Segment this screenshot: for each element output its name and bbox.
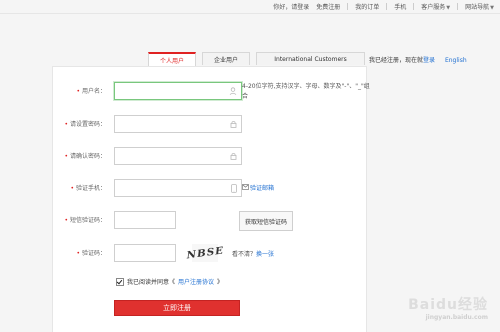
top-nav-divider (386, 3, 388, 10)
register-button[interactable]: 立即注册 (114, 300, 240, 316)
confirm-password-label: • 请确认密码： (64, 153, 106, 160)
phone-input[interactable] (114, 179, 242, 197)
baidu-watermark: Baidu经验 jingyan.baidu.com (408, 294, 488, 321)
phone-row: • 验证手机： 验证邮箱 (60, 179, 480, 197)
captcha-image[interactable]: NBSE (186, 244, 224, 262)
top-nav: 你好，请登录 免费注册 我的订单 手机 客户服务▼ 网站导航▼ (273, 2, 494, 11)
english-link[interactable]: English (445, 57, 467, 64)
user-icon (229, 87, 237, 95)
tab-international-customers[interactable]: International Customers (256, 52, 365, 65)
agreement-checkbox[interactable] (116, 277, 124, 286)
username-label: • 用户名： (76, 88, 106, 95)
chevron-down-icon: ▼ (490, 5, 494, 11)
captcha-row: • 验证码： NBSE 看不清？换一张 (60, 244, 480, 262)
top-nav-register[interactable]: 免费注册 (316, 2, 340, 11)
top-nav-service-label: 客户服务 (421, 4, 446, 11)
login-hint: 我已经注册，现在就登录 English (369, 55, 467, 64)
password-row: • 请设置密码： (60, 115, 480, 133)
password-input[interactable] (114, 115, 242, 133)
agreement-text: 我已阅读并同意《 (127, 279, 176, 286)
tab-personal-user[interactable]: 个人用户 (148, 52, 196, 66)
account-type-tabs: 个人用户 企业用户 International Customers (148, 52, 365, 66)
password-label: • 请设置密码： (64, 121, 106, 128)
captcha-refresh-link[interactable]: 换一张 (256, 251, 274, 258)
captcha-refresh-prefix: 看不清？ (232, 251, 257, 258)
confirm-password-input[interactable] (114, 147, 242, 165)
username-input[interactable] (114, 82, 242, 100)
username-hint: 4-20位字符,支持汉字、字母、数字及"-"、"_"组合 (242, 83, 370, 100)
registration-panel (52, 66, 367, 332)
lock-icon (230, 153, 237, 160)
captcha-refresh: 看不清？换一张 (232, 249, 274, 258)
phone-label: • 验证手机： (70, 185, 106, 192)
watermark-text: Baidu经验 (408, 297, 488, 313)
username-row: • 用户名： 4-20位字符,支持汉字、字母、数字及"-"、"_"组合 (60, 82, 480, 100)
top-nav-orders[interactable]: 我的订单 (355, 2, 379, 11)
top-nav-site-map[interactable]: 网站导航▼ (465, 2, 494, 11)
sms-row: • 短信验证码： 获取短信验证码 (60, 211, 480, 231)
phone-icon (231, 184, 237, 193)
sms-code-label: • 短信验证码： (64, 217, 106, 224)
top-nav-divider (347, 3, 349, 10)
captcha-input[interactable] (114, 244, 176, 262)
captcha-label: • 验证码： (76, 250, 106, 257)
login-hint-text: 我已经注册，现在就 (369, 57, 424, 64)
mail-icon (242, 184, 249, 190)
get-sms-code-button[interactable]: 获取短信验证码 (239, 211, 293, 231)
agreement-row: 我已阅读并同意《 用户注册协议 》 (116, 277, 223, 286)
agreement-link[interactable]: 用户注册协议 (178, 277, 214, 286)
top-nav-divider (413, 3, 415, 10)
top-nav-login[interactable]: 你好，请登录 (273, 2, 309, 11)
top-nav-divider (457, 3, 459, 10)
top-bar: 你好，请登录 免费注册 我的订单 手机 客户服务▼ 网站导航▼ (0, 0, 500, 14)
top-nav-service[interactable]: 客户服务▼ (421, 2, 450, 11)
watermark-sub: jingyan.baidu.com (425, 314, 488, 321)
top-nav-site-map-label: 网站导航 (465, 4, 490, 11)
top-nav-mobile[interactable]: 手机 (394, 2, 406, 11)
captcha-image-text: NBSE (185, 245, 225, 261)
sms-code-input[interactable] (114, 211, 176, 229)
agreement-suffix: 》 (217, 279, 224, 286)
lock-icon (230, 121, 237, 128)
tab-business-user[interactable]: 企业用户 (202, 52, 250, 65)
chevron-down-icon: ▼ (446, 5, 451, 11)
confirm-password-row: • 请确认密码： (60, 147, 480, 165)
login-link[interactable]: 登录 (423, 57, 435, 64)
verify-email-link[interactable]: 验证邮箱 (250, 183, 274, 192)
